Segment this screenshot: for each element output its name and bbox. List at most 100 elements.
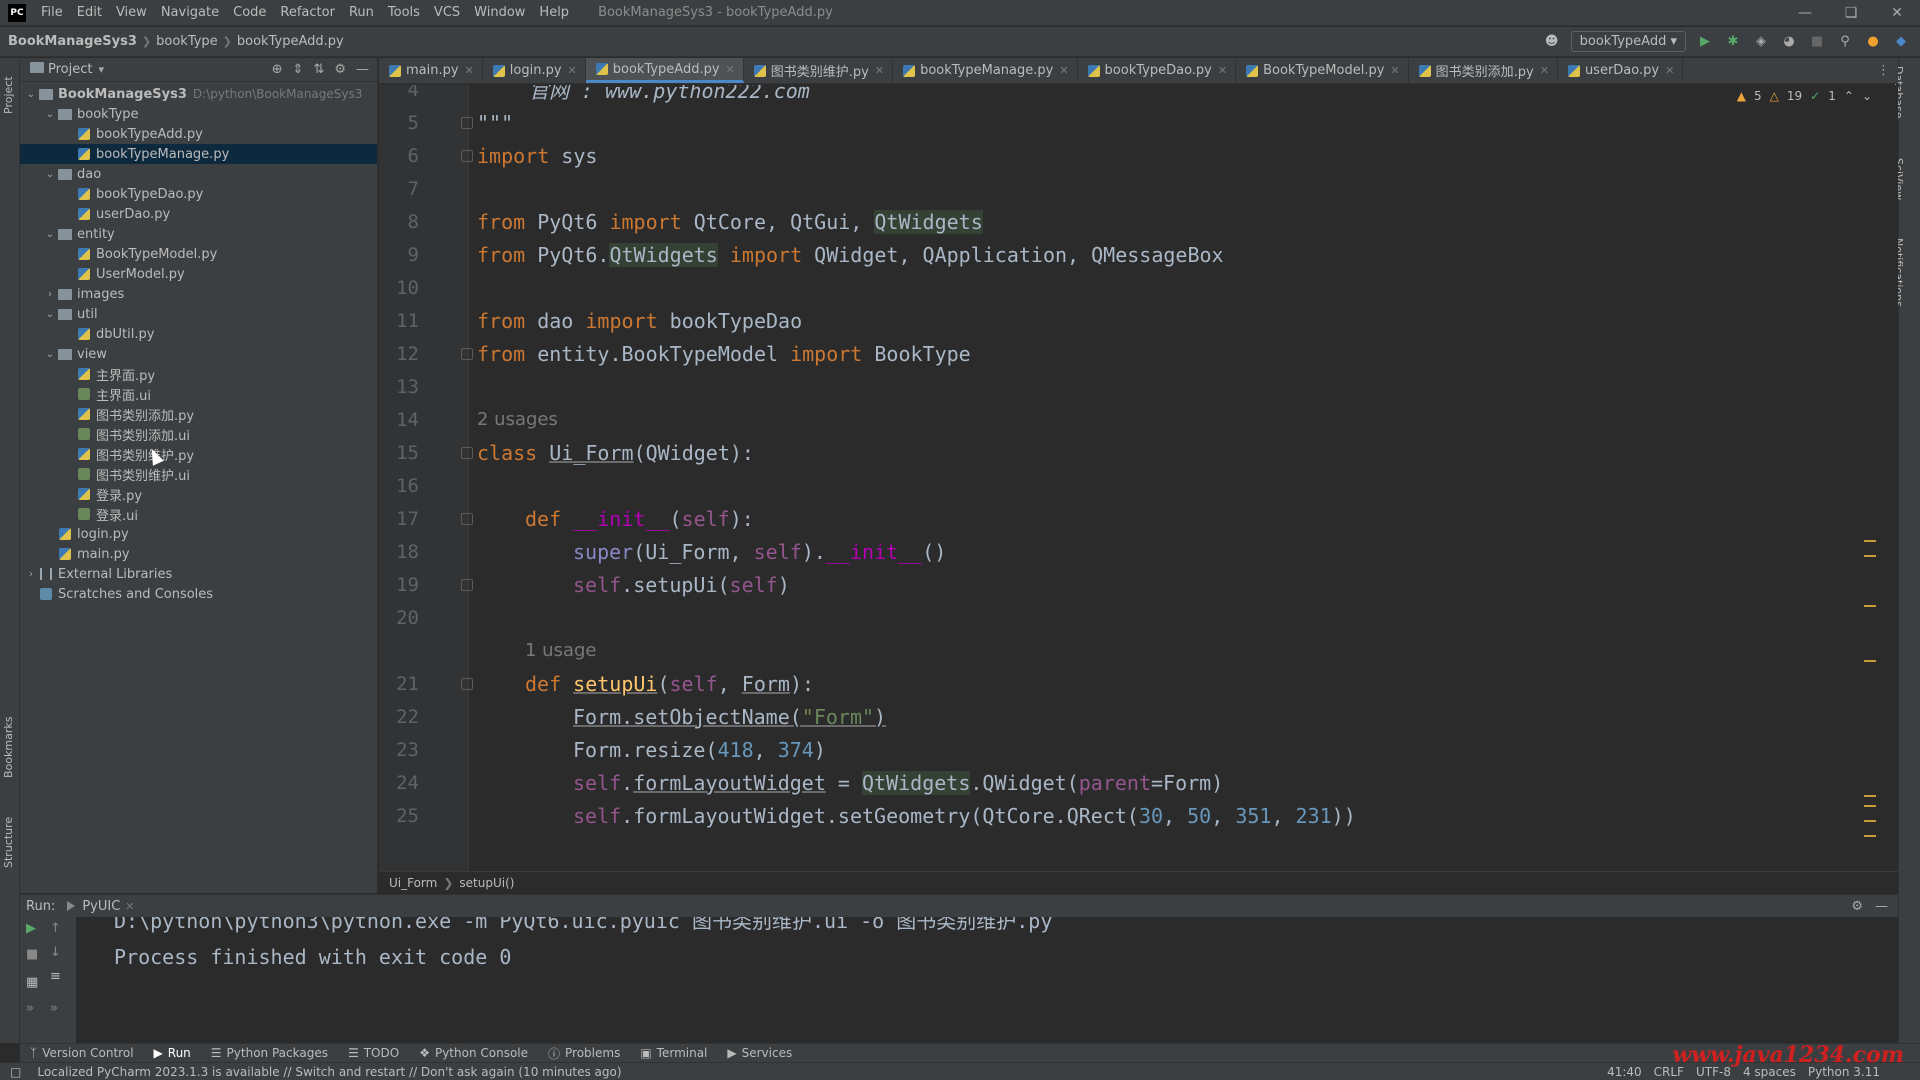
breadcrumb-class[interactable]: Ui_Form [389, 876, 437, 890]
tree-item[interactable]: bookTypeManage.py [20, 144, 377, 164]
close-icon[interactable]: ✕ [1874, 5, 1920, 21]
stop-icon[interactable]: ■ [1808, 33, 1826, 51]
tree-item[interactable]: login.py [20, 524, 377, 544]
tool-tab-todo[interactable]: ☰ TODO [338, 1046, 409, 1060]
chevron-down-icon[interactable]: ▾ [98, 63, 104, 76]
tree-item[interactable]: 图书类别维护.ui [20, 464, 377, 484]
close-icon[interactable]: ✕ [726, 63, 735, 76]
tree-item[interactable]: 图书类别维护.py [20, 444, 377, 464]
tool-tab-version-control[interactable]: ᛉ Version Control [20, 1046, 144, 1060]
layout-icon[interactable]: ▦ [26, 975, 38, 990]
tool-tab-terminal[interactable]: ▣ Terminal [630, 1046, 717, 1060]
status-icon[interactable]: □ [10, 1065, 21, 1079]
tool-tab-problems[interactable]: ⓘ Problems [538, 1045, 630, 1062]
breadcrumb-file[interactable]: bookTypeAdd.py [237, 34, 344, 49]
update-icon[interactable]: ● [1864, 33, 1882, 51]
tool-tab-python-packages[interactable]: ☰ Python Packages [201, 1046, 338, 1060]
tree-item[interactable]: userDao.py [20, 204, 377, 224]
fold-marker-icon[interactable] [461, 348, 473, 360]
tree-item[interactable]: 图书类别添加.ui [20, 424, 377, 444]
chevron-down-icon[interactable]: ⌄ [43, 169, 57, 180]
tree-item[interactable]: ⌄ entity [20, 224, 377, 244]
hide-icon[interactable]: — [1875, 899, 1888, 914]
menu-window[interactable]: Window [467, 5, 532, 20]
search-icon[interactable]: ⚲ [1836, 33, 1854, 51]
editor-tab[interactable]: bookTypeManage.py ✕ [893, 58, 1078, 83]
menu-run[interactable]: Run [342, 5, 381, 20]
editor-tab[interactable]: bookTypeAdd.py ✕ [585, 58, 744, 83]
chevron-right-icon[interactable]: › [24, 569, 38, 580]
close-icon[interactable]: ✕ [875, 64, 884, 77]
tree-item[interactable]: BookTypeModel.py [20, 244, 377, 264]
menu-edit[interactable]: Edit [70, 5, 109, 20]
coverage-icon[interactable]: ◈ [1752, 33, 1770, 51]
close-icon[interactable]: ✕ [1540, 64, 1549, 77]
arrow-up-icon[interactable]: ↑ [50, 921, 61, 936]
editor-tab[interactable]: bookTypeDao.py ✕ [1078, 58, 1237, 83]
run-console-output[interactable]: D:\python\python3\python.exe -m PyQt6.ui… [90, 917, 1878, 1044]
collapse-all-icon[interactable]: ⇅ [313, 62, 324, 77]
project-tool-button[interactable]: Project [2, 76, 15, 114]
tree-item[interactable]: ⌄ BookManageSys3 D:\python\BookManageSys3 [20, 84, 377, 104]
breadcrumb-method[interactable]: setupUi() [459, 876, 514, 890]
menu-navigate[interactable]: Navigate [154, 5, 226, 20]
gear-icon[interactable]: ⚙ [1851, 899, 1863, 914]
tree-item[interactable]: 登录.ui [20, 504, 377, 524]
project-panel-title[interactable]: Project [48, 62, 92, 77]
caret-position[interactable]: 41:40 [1607, 1065, 1642, 1079]
tree-item[interactable]: ⌄ view [20, 344, 377, 364]
usages-hint[interactable]: 2 usages [477, 403, 558, 436]
plugin-icon[interactable]: ◆ [1892, 33, 1910, 51]
chevron-down-icon[interactable]: ⌄ [43, 229, 57, 240]
usages-hint[interactable]: 1 usage [525, 634, 597, 667]
fold-marker-icon[interactable] [461, 117, 473, 129]
menu-code[interactable]: Code [226, 5, 273, 20]
close-icon[interactable]: ✕ [1390, 64, 1399, 77]
locate-icon[interactable]: ⊕ [272, 62, 283, 77]
close-icon[interactable]: ✕ [465, 64, 474, 77]
tool-tab-run[interactable]: ▶ Run [144, 1046, 201, 1060]
tool-tab-services[interactable]: ▶ Services [717, 1046, 802, 1060]
tree-item[interactable]: 主界面.ui [20, 384, 377, 404]
tree-item[interactable]: dbUtil.py [20, 324, 377, 344]
tree-item[interactable]: 主界面.py [20, 364, 377, 384]
menu-file[interactable]: File [34, 5, 70, 20]
debug-icon[interactable]: ✱ [1724, 33, 1742, 51]
menu-tools[interactable]: Tools [381, 5, 427, 20]
expand-all-icon[interactable]: ⇕ [293, 62, 304, 77]
menu-refactor[interactable]: Refactor [273, 5, 342, 20]
editor-tab[interactable]: 图书类别添加.py ✕ [1409, 58, 1558, 83]
menu-view[interactable]: View [109, 5, 154, 20]
stop-icon[interactable]: ■ [26, 947, 38, 962]
fold-marker-icon[interactable] [461, 678, 473, 690]
close-icon[interactable]: ✕ [1218, 64, 1227, 77]
structure-tool-button[interactable]: Structure [2, 817, 15, 868]
scroll-marker[interactable] [1864, 795, 1876, 797]
tree-item[interactable]: › External Libraries [20, 564, 377, 584]
editor-tab[interactable]: userDao.py ✕ [1558, 58, 1684, 83]
editor-tab[interactable]: login.py ✕ [483, 58, 586, 83]
breadcrumb-folder[interactable]: bookType [156, 34, 218, 49]
fold-marker-icon[interactable] [461, 150, 473, 162]
more-icon[interactable]: » [26, 1001, 34, 1016]
scroll-marker[interactable] [1864, 555, 1876, 557]
close-icon[interactable]: ✕ [1059, 64, 1068, 77]
status-message[interactable]: Localized PyCharm 2023.1.3 is available … [37, 1065, 621, 1079]
run-tab-pyuic[interactable]: PyUIC ✕ [67, 899, 135, 914]
rerun-icon[interactable]: ▶ [26, 921, 36, 936]
fold-marker-icon[interactable] [461, 447, 473, 459]
user-icon[interactable]: ☻ [1543, 33, 1561, 51]
tree-item[interactable]: 登录.py [20, 484, 377, 504]
editor-scrollbar[interactable] [1864, 115, 1876, 855]
fold-marker-icon[interactable] [461, 513, 473, 525]
menu-vcs[interactable]: VCS [427, 5, 467, 20]
tree-item[interactable]: Scratches and Consoles [20, 584, 377, 604]
more-icon[interactable]: » [50, 1001, 58, 1016]
chevron-down-icon[interactable]: ⌄ [43, 349, 57, 360]
scroll-marker[interactable] [1864, 820, 1876, 822]
editor-tab[interactable]: main.py ✕ [379, 58, 483, 83]
scroll-marker[interactable] [1864, 660, 1876, 662]
chevron-down-icon[interactable]: ⌄ [43, 309, 57, 320]
chevron-down-icon[interactable]: ⌄ [24, 89, 38, 100]
scroll-marker[interactable] [1864, 540, 1876, 542]
